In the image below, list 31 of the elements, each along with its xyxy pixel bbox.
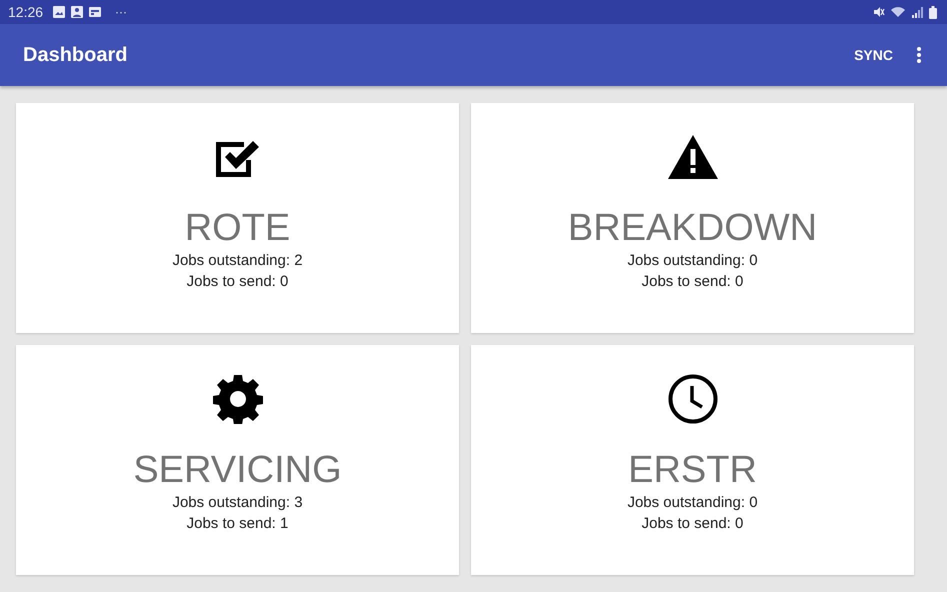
image-icon: [53, 6, 66, 18]
jobs-outstanding: Jobs outstanding: 2: [172, 251, 303, 271]
card-title: ERSTR: [628, 448, 757, 492]
dashboard-card[interactable]: SERVICING Jobs outstanding: 3 Jobs to send: 1: [16, 345, 459, 575]
more-notifications: ···: [115, 5, 128, 19]
more-menu-icon[interactable]: [917, 47, 921, 63]
card-title: ROTE: [184, 206, 290, 250]
jobs-to-send: Jobs to send: 0: [186, 272, 288, 292]
signal-icon: [911, 6, 923, 18]
jobs-outstanding: Jobs outstanding: 0: [627, 493, 758, 513]
jobs-to-send: Jobs to send: 0: [642, 514, 744, 534]
status-time: 12:26: [8, 4, 44, 20]
jobs-outstanding: Jobs outstanding: 0: [627, 251, 758, 271]
gear-icon: [212, 374, 262, 424]
card-title: SERVICING: [133, 448, 342, 492]
calendar-icon: [89, 6, 102, 18]
dashboard-card[interactable]: BREAKDOWN Jobs outstanding: 0 Jobs to send: 0: [471, 103, 914, 333]
battery-icon: [929, 6, 937, 18]
dashboard-card[interactable]: ERSTR Jobs outstanding: 0 Jobs to send: 0: [471, 345, 914, 575]
clock-icon: [668, 374, 718, 424]
app-title: Dashboard: [23, 44, 128, 66]
sync-button[interactable]: SYNC: [850, 41, 897, 69]
mute-icon: [873, 6, 885, 18]
dashboard-card[interactable]: ROTE Jobs outstanding: 2 Jobs to send: 0: [16, 103, 459, 333]
jobs-to-send: Jobs to send: 1: [186, 514, 288, 534]
jobs-outstanding: Jobs outstanding: 3: [172, 493, 303, 513]
person-icon: [71, 6, 84, 18]
jobs-to-send: Jobs to send: 0: [642, 272, 744, 292]
warning-icon: [668, 135, 718, 179]
wifi-icon: [891, 6, 905, 18]
card-title: BREAKDOWN: [568, 206, 818, 250]
